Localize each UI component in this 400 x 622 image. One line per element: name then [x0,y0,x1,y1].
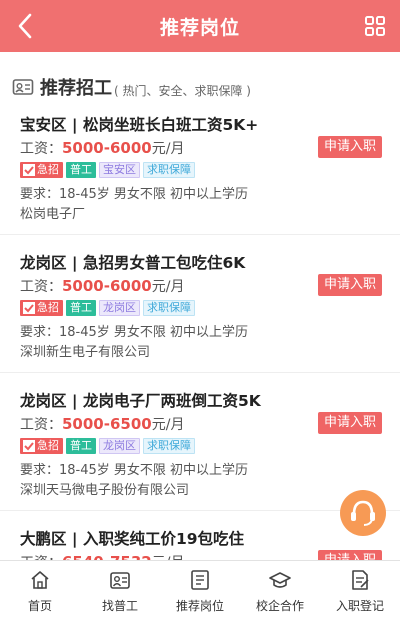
apply-button[interactable]: 申请入职 [318,274,382,296]
district-tag: 龙岗区 [99,438,140,454]
page-title: 推荐岗位 [159,17,240,39]
salary-unit: 元/月 [151,141,185,157]
section-title: 推荐招工 [40,78,112,99]
tab-label: 找普工 [101,599,138,613]
tab-onboarding-register[interactable]: 入职登记 [320,561,400,622]
header-bar: 推荐岗位 [0,0,400,52]
tab-label: 校企合作 [255,599,304,613]
salary-amount: 5000-6000 [62,277,152,295]
guarantee-tag: 求职保障 [143,300,195,316]
general-worker-tag: 普工 [66,162,96,178]
salary-amount: 5000-6000 [62,139,152,157]
company-name: 深圳天马微电子股份有限公司 [20,483,190,498]
tab-label: 推荐岗位 [175,599,224,613]
job-requirements: 要求：18-45岁 男女不限 初中以上学历 [20,187,249,202]
graduation-cap-icon [269,572,291,588]
job-tags: 急招 普工 龙岗区 求职保障 [20,300,195,316]
apply-button[interactable]: 申请入职 [318,412,382,434]
section-heading: 推荐招工 ( 热门、安全、求职保障 ) [12,74,251,100]
customer-service-icon [351,500,375,526]
job-title[interactable]: 龙岗区 | 龙岗电子厂两班倒工资5K [20,389,261,411]
tab-recommended-jobs[interactable]: 推荐岗位 [160,561,240,622]
salary-unit: 元/月 [151,417,185,433]
general-worker-tag: 普工 [66,300,96,316]
section-subtitle: ( 热门、安全、求职保障 ) [114,83,251,98]
job-requirements: 要求：18-45岁 男女不限 初中以上学历 [20,463,249,478]
salary-row: 工资：5000-6000元/月 [20,138,184,158]
job-title[interactable]: 宝安区 | 松岗坐班长白班工资5K+ [20,113,258,135]
id-card-icon [110,572,130,589]
salary-label: 工资： [20,279,62,295]
job-tags: 急招 普工 宝安区 求职保障 [20,162,195,178]
grid-icon[interactable] [364,15,386,37]
register-icon [352,570,369,590]
salary-row: 工资：5000-6000元/月 [20,276,184,296]
company-name: 松岗电子厂 [20,207,86,222]
general-worker-tag: 普工 [66,438,96,454]
home-icon [31,571,49,589]
bottom-tab-bar: 首页 找普工 推荐岗位 校企合作 入职登记 [0,560,400,622]
job-title[interactable]: 大鹏区 | 入职奖纯工价19包吃住 [20,527,244,549]
salary-amount: 5000-6500 [62,415,152,433]
check-icon [23,164,35,176]
id-card-icon [12,79,34,95]
urgent-tag: 急招 [20,300,63,316]
check-icon [23,440,35,452]
salary-label: 工资： [20,141,62,157]
check-icon [23,302,35,314]
district-tag: 宝安区 [99,162,140,178]
guarantee-tag: 求职保障 [143,438,195,454]
job-requirements: 要求：18-45岁 男女不限 初中以上学历 [20,325,249,340]
tab-school-enterprise[interactable]: 校企合作 [240,561,320,622]
divider [0,234,400,235]
recommend-icon [191,570,209,590]
tab-label: 入职登记 [335,599,384,613]
guarantee-tag: 求职保障 [143,162,195,178]
urgent-tag: 急招 [20,162,63,178]
urgent-tag: 急招 [20,438,63,454]
job-tags: 急招 普工 龙岗区 求职保障 [20,438,195,454]
divider [0,372,400,373]
salary-label: 工资： [20,417,62,433]
tab-home[interactable]: 首页 [0,561,80,622]
company-name: 深圳新生电子有限公司 [20,345,151,360]
salary-unit: 元/月 [151,279,185,295]
salary-row: 工资：5000-6500元/月 [20,414,184,434]
apply-button[interactable]: 申请入职 [318,136,382,158]
district-tag: 龙岗区 [99,300,140,316]
tab-label: 首页 [27,599,52,613]
customer-service-button[interactable] [340,490,386,536]
job-title[interactable]: 龙岗区 | 急招男女普工包吃住6K [20,251,245,273]
tab-find-workers[interactable]: 找普工 [80,561,160,622]
